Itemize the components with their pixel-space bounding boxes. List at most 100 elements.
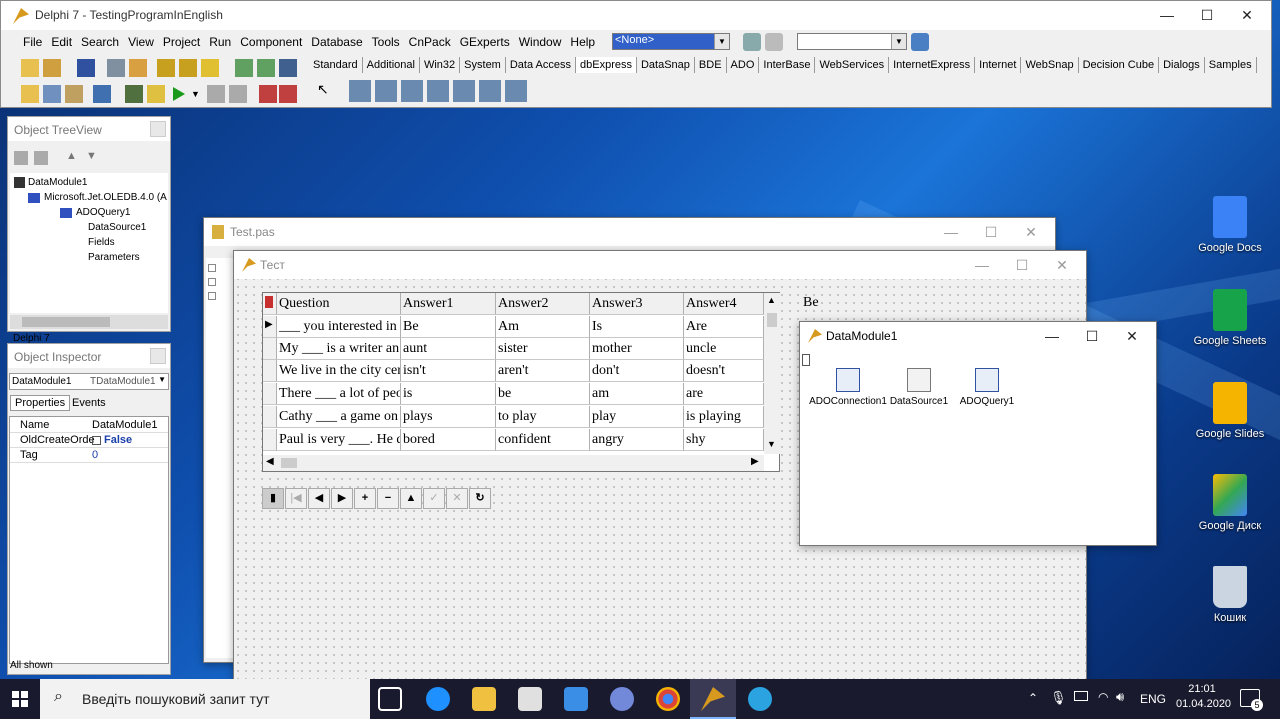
toggle-icon[interactable] [201,59,219,77]
menu-project[interactable]: Project [163,35,200,49]
tab-interbase[interactable]: InterBase [759,57,816,73]
maximize-button[interactable]: ☐ [971,222,1011,242]
tab-standard[interactable]: Standard [309,57,363,73]
open-icon[interactable] [43,59,61,77]
column-header[interactable]: Answer4 [684,293,764,315]
tree-item-connection[interactable]: Microsoft.Jet.OLEDB.4.0 (A [44,192,167,203]
sqldataset-icon[interactable] [375,80,397,102]
menu-component[interactable]: Component [240,35,302,49]
delete-icon[interactable] [14,151,28,165]
tree-item-adoquery[interactable]: ADOQuery1 [76,207,130,218]
grid-cell[interactable]: are [684,383,764,405]
grid-cell[interactable]: Am [496,316,590,338]
open-project-icon[interactable] [129,59,147,77]
property-value[interactable]: DataModule1 [92,419,157,431]
component-icon[interactable] [125,85,143,103]
vertical-scrollbar[interactable]: ▲ ▼ [764,293,780,454]
grid-cell[interactable]: We live in the city cer [277,360,401,382]
remove-from-project-icon[interactable] [179,59,197,77]
wifi-icon[interactable]: ◠ [1098,690,1108,704]
toolbar-extra-icon[interactable] [911,33,929,51]
grid-cell[interactable]: doesn't [684,360,764,382]
menu-run[interactable]: Run [209,35,231,49]
language-indicator[interactable]: ENG [1140,692,1166,706]
expand-icon[interactable] [208,292,216,300]
grid-cell[interactable]: shy [684,429,764,451]
menu-gexperts[interactable]: GExperts [460,35,510,49]
scrollbar-thumb[interactable] [281,458,297,468]
view-form-icon[interactable] [43,85,61,103]
property-row[interactable]: Name DataModule1 [10,419,168,433]
nav-refresh-button[interactable]: ↻ [469,488,491,509]
component-icon[interactable] [147,85,165,103]
tab-system[interactable]: System [460,57,506,73]
volume-icon[interactable]: 🔊︎ [1116,689,1124,705]
grid-cell[interactable]: Paul is very ___. He d [277,429,401,451]
battery-icon[interactable] [1074,691,1088,701]
grid-cell[interactable]: is playing [684,406,764,428]
grid-cell[interactable]: sister [496,338,590,360]
object-selector[interactable]: DataModule1 TDataModule1 ▼ [9,373,169,390]
checkbox[interactable] [92,436,101,445]
maximize-button[interactable]: ☐ [1187,5,1227,25]
view-unit-icon[interactable] [21,85,39,103]
close-button[interactable]: ✕ [1227,5,1267,25]
trace-into-icon[interactable] [259,85,277,103]
grid-cell[interactable]: be [496,383,590,405]
add-to-project-icon[interactable] [157,59,175,77]
desktop-icon-google-drive[interactable]: Google Диск [1190,474,1270,532]
property-row[interactable]: Tag 0 [10,449,168,463]
pointer-icon[interactable]: ↖ [317,81,329,98]
grid-cell[interactable]: plays [401,406,496,428]
windows-start-icon[interactable] [12,691,28,707]
column-header[interactable]: Question [277,293,401,315]
chevron-up-icon[interactable]: ▲ [767,295,776,305]
close-icon[interactable] [150,348,166,364]
desktop-layout-combo[interactable]: <None> ▼ [612,33,730,50]
grid-cell[interactable]: angry [590,429,684,451]
sqlconnection-icon[interactable] [349,80,371,102]
chevron-down-icon[interactable]: ▼ [714,34,729,49]
minimize-button[interactable]: — [1147,5,1187,25]
clock[interactable]: 21:01 01.04.2020 [1176,683,1231,710]
property-row[interactable]: OldCreateOrde False [10,434,168,448]
sqlmonitor-icon[interactable] [479,80,501,102]
chevron-down-icon[interactable]: ▼ [767,439,776,449]
notification-center-icon[interactable]: 5 [1240,689,1263,711]
nav-delete-button[interactable]: − [377,488,399,509]
nav-next-button[interactable]: ▶ [331,488,353,509]
minimize-button[interactable]: — [1032,326,1072,346]
grid-cell[interactable]: is [401,383,496,405]
task-view-icon[interactable] [378,687,402,711]
column-header[interactable]: Answer2 [496,293,590,315]
chevron-right-icon[interactable]: ▶ [751,456,759,467]
scrollbar-thumb[interactable] [767,313,777,327]
tab-events[interactable]: Events [70,396,108,410]
menu-search[interactable]: Search [81,35,119,49]
tab-internet[interactable]: Internet [975,57,1022,73]
new-form-icon[interactable] [93,85,111,103]
chevron-down-icon[interactable]: ▼ [891,34,906,49]
maximize-button[interactable]: ☐ [1072,326,1112,346]
grid-cell[interactable]: bored [401,429,496,451]
chevron-up-icon[interactable]: ⌃ [1028,691,1038,705]
grid-cell[interactable]: ___ you interested in [277,316,401,338]
component-datasource[interactable]: DataSource1 [886,368,952,407]
tab-bde[interactable]: BDE [695,57,727,73]
tree-item-datamodule[interactable]: DataModule1 [28,177,87,188]
grid-cell[interactable]: am [590,383,684,405]
grid-cell[interactable]: There ___ a lot of peo [277,383,401,405]
questions-dbgrid[interactable]: Question Answer1 Answer2 Answer3 Answer4… [262,292,780,472]
close-button[interactable]: ✕ [1042,255,1082,275]
grid-cell[interactable]: Be [401,316,496,338]
component-adoquery[interactable]: ADOQuery1 [954,368,1020,407]
save-icon[interactable] [77,59,95,77]
menu-file[interactable]: File [23,35,42,49]
horizontal-scrollbar[interactable]: ◀ ▶ [263,455,764,471]
menu-database[interactable]: Database [311,35,362,49]
program-reset-icon[interactable] [229,85,247,103]
navigator-handle[interactable]: ▮ [262,488,284,509]
tab-dbexpress[interactable]: dbExpress [576,57,637,73]
tab-webservices[interactable]: WebServices [815,57,890,73]
scrollbar-thumb[interactable] [22,317,110,327]
